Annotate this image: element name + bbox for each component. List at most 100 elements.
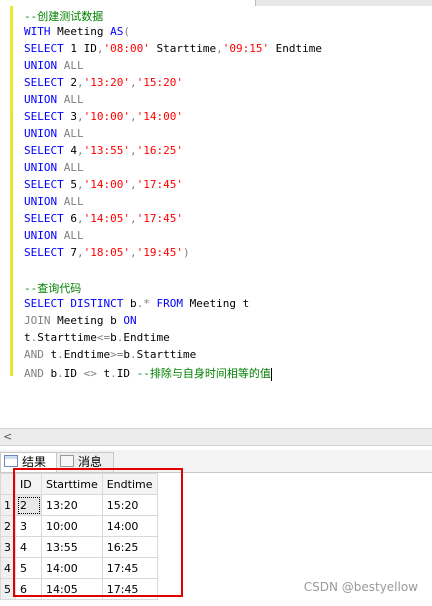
code-token: , <box>129 246 137 259</box>
code-line[interactable]: WITH Meeting AS( <box>24 25 322 42</box>
table-cell[interactable]: 6 <box>15 578 42 600</box>
code-token: 5 <box>70 178 77 191</box>
code-token: , <box>76 178 84 191</box>
code-token: ALL <box>63 59 84 72</box>
code-token: t <box>242 297 250 310</box>
row-number[interactable]: 3 <box>0 536 16 558</box>
table-cell[interactable]: 13:20 <box>41 494 103 516</box>
code-line[interactable]: t.Starttime<=b.Endtime <box>24 331 322 348</box>
scroll-left-icon[interactable]: < <box>3 430 12 443</box>
table-row[interactable]: 1 2 13:20 15:20 <box>0 494 158 516</box>
tab-results-label: 结果 <box>22 455 47 469</box>
table-cell[interactable]: 2 <box>15 494 42 516</box>
code-line[interactable]: AND b.ID <> t.ID --排除与自身时间相等的值 <box>24 365 322 382</box>
grid-corner[interactable] <box>0 473 16 495</box>
code-token: '17:45' <box>136 212 183 225</box>
column-header-id[interactable]: ID <box>15 473 42 495</box>
code-token: ) <box>182 246 190 259</box>
code-line[interactable]: SELECT 4,'13:55','16:25' <box>24 144 322 161</box>
code-line[interactable]: UNION ALL <box>24 229 322 246</box>
table-cell[interactable]: 17:45 <box>101 578 158 600</box>
code-line[interactable]: UNION ALL <box>24 93 322 110</box>
code-token: Endtime <box>63 348 111 361</box>
row-number[interactable]: 2 <box>0 515 16 537</box>
code-token: * <box>143 297 157 310</box>
code-token: , <box>129 110 137 123</box>
code-token: >= <box>110 348 124 361</box>
code-line[interactable]: UNION ALL <box>24 127 322 144</box>
code-line[interactable]: SELECT 5,'14:00','17:45' <box>24 178 322 195</box>
code-token: . <box>129 348 137 361</box>
code-token: AS <box>110 25 124 38</box>
code-token: '17:45' <box>136 178 183 191</box>
change-margin-indicator <box>10 110 13 376</box>
code-token: UNION <box>24 229 64 242</box>
code-token: Meeting <box>57 25 111 38</box>
code-token: , <box>129 76 137 89</box>
code-token: UNION <box>24 59 64 72</box>
code-token: ON <box>123 314 137 327</box>
code-token: Endtime <box>123 331 170 344</box>
code-token: 7 <box>70 246 77 259</box>
column-header-endtime[interactable]: Endtime <box>101 473 158 495</box>
table-cell[interactable]: 16:25 <box>101 536 158 558</box>
code-token: '16:25' <box>136 144 183 157</box>
table-row[interactable]: 4 5 14:00 17:45 <box>0 557 158 579</box>
code-line[interactable]: AND t.Endtime>=b.Starttime <box>24 348 322 365</box>
column-header-starttime[interactable]: Starttime <box>41 473 103 495</box>
code-line[interactable]: UNION ALL <box>24 59 322 76</box>
code-line[interactable]: SELECT 3,'10:00','14:00' <box>24 110 322 127</box>
code-line[interactable]: SELECT 1 ID,'08:00' Starttime,'09:15' En… <box>24 42 322 59</box>
code-token: , <box>76 144 84 157</box>
code-line[interactable]: JOIN Meeting b ON <box>24 314 322 331</box>
table-cell[interactable]: 5 <box>15 557 42 579</box>
row-number[interactable]: 4 <box>0 557 16 579</box>
code-lines[interactable]: --创建测试数据 WITH Meeting AS(SELECT 1 ID,'08:… <box>24 8 322 382</box>
code-token: WITH <box>24 25 58 38</box>
row-number[interactable]: 1 <box>0 494 16 516</box>
table-cell[interactable]: 3 <box>15 515 42 537</box>
table-cell[interactable]: 14:00 <box>41 557 103 579</box>
code-line[interactable]: --查询代码 <box>24 280 322 297</box>
code-token: DISTINCT <box>70 297 130 310</box>
table-row[interactable]: 3 4 13:55 16:25 <box>0 536 158 558</box>
row-number[interactable]: 5 <box>0 578 16 600</box>
table-cell[interactable]: 10:00 <box>41 515 103 537</box>
code-token: AND <box>24 348 51 361</box>
table-cell[interactable]: 14:05 <box>41 578 103 600</box>
code-token: ALL <box>63 229 84 242</box>
table-cell[interactable]: 17:45 <box>101 557 158 579</box>
code-line[interactable]: SELECT 7,'18:05','19:45') <box>24 246 322 263</box>
tab-messages[interactable]: 消息 <box>56 452 114 472</box>
code-token: , <box>216 42 223 55</box>
table-cell[interactable]: 4 <box>15 536 42 558</box>
code-line[interactable] <box>24 263 322 280</box>
tab-results[interactable]: 结果 <box>0 452 60 472</box>
code-token: 2 <box>70 76 77 89</box>
code-line[interactable]: UNION ALL <box>24 195 322 212</box>
code-token: SELECT <box>24 178 71 191</box>
watermark: CSDN @bestyellow <box>303 580 418 594</box>
horizontal-scrollbar[interactable]: < <box>0 428 432 446</box>
code-token: JOIN <box>24 314 58 327</box>
code-line[interactable]: SELECT 2,'13:20','15:20' <box>24 76 322 93</box>
code-token: FROM <box>156 297 190 310</box>
code-line[interactable]: UNION ALL <box>24 161 322 178</box>
code-token: '19:45' <box>136 246 183 259</box>
table-cell[interactable]: 15:20 <box>101 494 158 516</box>
code-token: b <box>123 348 130 361</box>
code-token: . <box>57 367 64 380</box>
table-row[interactable]: 2 3 10:00 14:00 <box>0 515 158 537</box>
change-margin-indicator <box>10 6 13 110</box>
code-token: ALL <box>63 195 84 208</box>
table-cell[interactable]: 14:00 <box>101 515 158 537</box>
code-token: Starttime <box>136 348 197 361</box>
table-row[interactable]: 5 6 14:05 17:45 <box>0 578 158 600</box>
table-cell[interactable]: 13:55 <box>41 536 103 558</box>
code-line[interactable]: SELECT 6,'14:05','17:45' <box>24 212 322 229</box>
code-line[interactable]: --创建测试数据 <box>24 8 322 25</box>
query-editor[interactable]: --创建测试数据 WITH Meeting AS(SELECT 1 ID,'08:… <box>0 6 432 426</box>
message-icon <box>60 455 74 467</box>
code-line[interactable]: SELECT DISTINCT b.* FROM Meeting t <box>24 297 322 314</box>
code-token: t <box>24 331 31 344</box>
